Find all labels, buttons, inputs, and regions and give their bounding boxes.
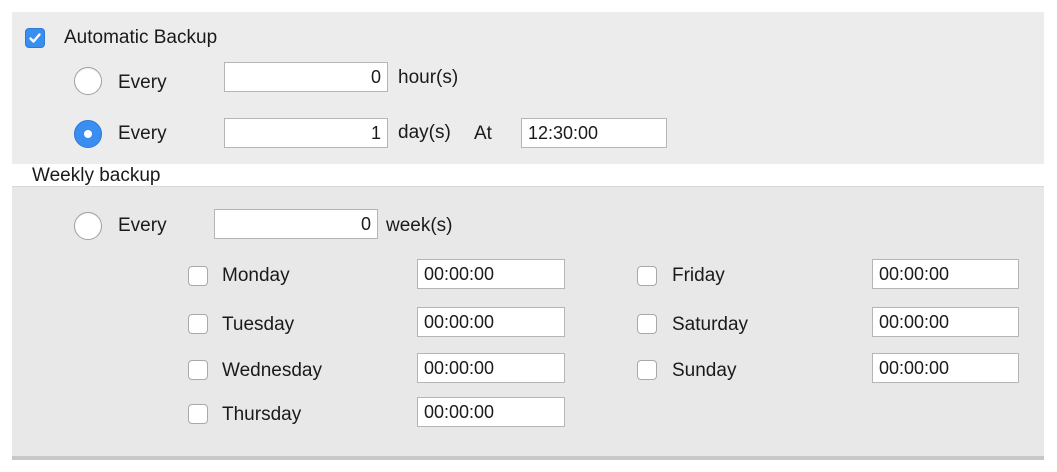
days-unit-label: day(s): [398, 122, 451, 143]
wednesday-label: Wednesday: [222, 360, 322, 381]
daily-time-input[interactable]: [521, 118, 667, 148]
monday-label: Monday: [222, 265, 290, 286]
wednesday-checkbox[interactable]: [188, 360, 208, 380]
monday-time-input[interactable]: [417, 259, 565, 289]
at-label: At: [474, 123, 492, 144]
hours-input[interactable]: [224, 62, 388, 92]
weeks-unit-label: week(s): [386, 215, 453, 236]
every-hours-radio[interactable]: [74, 67, 102, 95]
thursday-label: Thursday: [222, 404, 302, 425]
tuesday-label: Tuesday: [222, 314, 295, 335]
saturday-time-input[interactable]: [872, 307, 1019, 337]
friday-label: Friday: [672, 265, 725, 286]
saturday-label: Saturday: [672, 314, 749, 335]
thursday-checkbox[interactable]: [188, 404, 208, 424]
sunday-label: Sunday: [672, 360, 737, 381]
every-days-radio[interactable]: [74, 120, 102, 148]
every-weeks-radio[interactable]: [74, 212, 102, 240]
thursday-time-input[interactable]: [417, 397, 565, 427]
saturday-checkbox[interactable]: [637, 314, 657, 334]
automatic-backup-checkbox[interactable]: [25, 28, 45, 48]
monday-checkbox[interactable]: [188, 266, 208, 286]
radio-selected-dot: [84, 130, 92, 138]
friday-time-input[interactable]: [872, 259, 1019, 289]
checkmark-icon: [29, 33, 41, 43]
hours-unit-label: hour(s): [398, 67, 459, 88]
wednesday-time-input[interactable]: [417, 353, 565, 383]
every-days-label: Every: [118, 123, 167, 144]
automatic-backup-label: Automatic Backup: [64, 27, 218, 48]
every-weeks-label: Every: [118, 215, 167, 236]
sunday-checkbox[interactable]: [637, 360, 657, 380]
friday-checkbox[interactable]: [637, 266, 657, 286]
tuesday-time-input[interactable]: [417, 307, 565, 337]
weekly-backup-label: Weekly backup: [32, 165, 161, 186]
tuesday-checkbox[interactable]: [188, 314, 208, 334]
weeks-input[interactable]: [214, 209, 378, 239]
days-input[interactable]: [224, 118, 388, 148]
every-hours-label: Every: [118, 72, 167, 93]
sunday-time-input[interactable]: [872, 353, 1019, 383]
